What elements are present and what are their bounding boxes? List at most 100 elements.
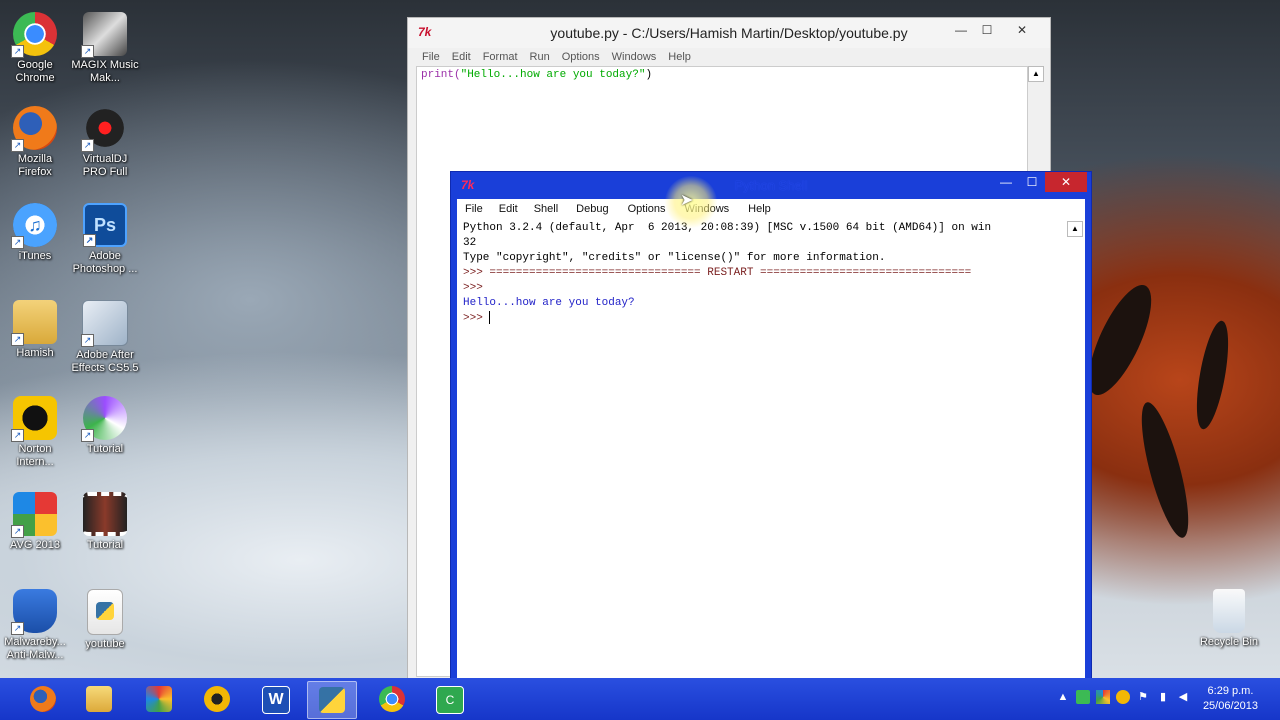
wallpaper-stripe [1190, 318, 1235, 432]
taskbar-camtasia[interactable]: C [425, 681, 473, 717]
norton-icon: ↗ [11, 396, 57, 442]
menu-edit[interactable]: Edit [499, 199, 518, 219]
taskbar-word[interactable]: W [251, 681, 299, 717]
itunes-icon: ♫ ↗ [11, 203, 57, 249]
mouse-pointer-icon: ➤ [680, 192, 694, 209]
desktop-icon-after-effects[interactable]: ↗ Adobe After Effects CS5.5 [70, 300, 140, 375]
desktop-icon-norton[interactable]: ↗ Norton Intern... [0, 396, 70, 469]
close-button[interactable]: ✕ [1045, 172, 1087, 192]
desktop-icon-label: MAGIX Music Mak... [71, 59, 139, 84]
shell-window[interactable]: 7k Python Shell — ☐ ✕ File Edit Shell De… [450, 171, 1092, 682]
scroll-up-arrow-icon[interactable]: ▲ [1067, 221, 1083, 237]
desktop-icon-malwarebytes[interactable]: ↗ Malwareby... Anti-Malw... [0, 589, 70, 662]
desktop-icon-label: Adobe Photoshop ... [72, 250, 138, 275]
minimize-button[interactable]: — [948, 20, 974, 40]
desktop-icon-hamish[interactable]: ↗ Hamish [0, 300, 70, 360]
menu-file[interactable]: File [465, 199, 483, 219]
firefox-icon: ↗ [11, 106, 57, 152]
tray-app-icon[interactable] [1076, 690, 1090, 704]
desktop-icon-firefox[interactable]: ↗ Mozilla Firefox [0, 106, 70, 179]
taskbar-file-explorer[interactable] [75, 681, 123, 717]
menu-run[interactable]: Run [530, 48, 550, 66]
volume-icon[interactable]: ◀ [1176, 690, 1190, 704]
virtualdj-icon [204, 686, 230, 712]
desktop-icon-label: Adobe After Effects CS5.5 [71, 349, 139, 374]
show-hidden-icons-icon[interactable]: ▲ [1056, 690, 1070, 704]
maximize-button[interactable]: ☐ [1019, 172, 1045, 192]
magix-icon [146, 686, 172, 712]
desktop-icon-label: VirtualDJ PRO Full [82, 153, 128, 178]
taskbar-virtualdj[interactable] [193, 681, 241, 717]
menu-file[interactable]: File [422, 48, 440, 66]
menu-format[interactable]: Format [483, 48, 518, 66]
menu-options[interactable]: Options [562, 48, 600, 66]
taskbar: W C ▲ ⚑ ▮ ◀ 6:29 p.m. 25/06/2013 [0, 678, 1280, 720]
close-button[interactable]: ✕ [1000, 20, 1044, 40]
after-effects-icon: ↗ [81, 300, 128, 347]
taskbar-magix[interactable] [135, 681, 183, 717]
photoshop-icon: Ps ↗ [83, 203, 127, 247]
clock-date: 25/06/2013 [1202, 700, 1258, 712]
text-cursor [489, 311, 491, 324]
desktop-icon-label: AVG 2013 [10, 539, 60, 551]
clock[interactable]: 6:29 p.m. 25/06/2013 [1203, 684, 1258, 714]
desktop-icon-chrome[interactable]: ↗ Google Chrome [0, 12, 70, 85]
desktop-icon-virtualdj[interactable]: ↗ VirtualDJ PRO Full [70, 106, 140, 179]
desktop-icon-label: Hamish [16, 347, 54, 359]
tutorial-video-icon [83, 492, 127, 536]
desktop-icon-label: iTunes [18, 250, 52, 262]
taskbar-chrome[interactable] [368, 681, 416, 717]
flag-icon[interactable]: ⚑ [1136, 690, 1150, 704]
code-func: print( [421, 69, 461, 81]
scroll-up-arrow-icon[interactable]: ▲ [1028, 66, 1044, 82]
taskbar-python-idle[interactable] [307, 681, 357, 719]
python-file-icon [87, 589, 123, 635]
shell-titlebar[interactable]: 7k Python Shell — ☐ ✕ [451, 172, 1091, 199]
maximize-button[interactable]: ☐ [974, 20, 1000, 40]
menu-options[interactable]: Options [628, 199, 666, 219]
shell-restart-line: >>> ================================ RES… [463, 267, 972, 279]
desktop-icon-recycle-bin[interactable]: Recycle Bin [1194, 589, 1264, 649]
desktop-icon-label: Recycle Bin [1199, 636, 1259, 648]
desktop-icon-photoshop[interactable]: Ps ↗ Adobe Photoshop ... [70, 203, 140, 276]
camtasia-icon: C [436, 686, 464, 714]
menu-windows[interactable]: Windows [612, 48, 657, 66]
photoshop-ps-label: Ps [93, 215, 117, 235]
menu-shell[interactable]: Shell [534, 199, 558, 219]
folder-icon [86, 686, 112, 712]
desktop-icon-avg[interactable]: ↗ AVG 2013 [0, 492, 70, 552]
clock-time: 6:29 p.m. [1207, 685, 1254, 697]
magix-icon: ↗ [81, 12, 127, 58]
desktop-icon-label: Google Chrome [15, 59, 55, 84]
desktop-icon-itunes[interactable]: ♫ ↗ iTunes [0, 203, 70, 263]
chrome-icon: ↗ [11, 12, 57, 58]
menu-help[interactable]: Help [668, 48, 691, 66]
recycle-bin-icon [1213, 589, 1245, 633]
desktop-icon-magix[interactable]: ↗ MAGIX Music Mak... [70, 12, 140, 85]
desktop-icon-label: youtube [85, 638, 125, 650]
editor-titlebar[interactable]: 7k youtube.py - C:/Users/Hamish Martin/D… [408, 18, 1050, 48]
desktop-icon-tutorial[interactable]: ↗ Tutorial [70, 396, 140, 456]
shell-line: Type "copyright", "credits" or "license(… [463, 252, 886, 264]
menu-edit[interactable]: Edit [452, 48, 471, 66]
shell-menubar: File Edit Shell Debug Options Windows He… [457, 199, 1085, 220]
chrome-icon [379, 686, 405, 712]
desktop-icon-label: Norton Intern... [16, 443, 54, 468]
shell-output: Hello...how are you today? [463, 297, 635, 309]
menu-help[interactable]: Help [748, 199, 771, 219]
desktop-icon-label: Tutorial [86, 539, 124, 551]
shell-prompt: >>> [463, 282, 483, 294]
minimize-button[interactable]: — [993, 172, 1019, 192]
network-icon[interactable]: ▮ [1156, 690, 1170, 704]
tray-app-icon[interactable] [1116, 690, 1130, 704]
taskbar-firefox[interactable] [19, 681, 67, 717]
shell-prompt: >>> [463, 312, 490, 325]
desktop-icon-youtube-py[interactable]: youtube [70, 589, 140, 651]
shell-text-area[interactable]: Python 3.2.4 (default, Apr 6 2013, 20:08… [457, 219, 1085, 681]
user-folder-icon: ↗ [11, 300, 57, 346]
desktop-icon-tutorial-video[interactable]: Tutorial [70, 492, 140, 552]
tray-app-icon[interactable] [1096, 690, 1110, 704]
shell-line: 32 [463, 237, 477, 249]
desktop-icon-label: Mozilla Firefox [17, 153, 53, 178]
menu-debug[interactable]: Debug [576, 199, 608, 219]
